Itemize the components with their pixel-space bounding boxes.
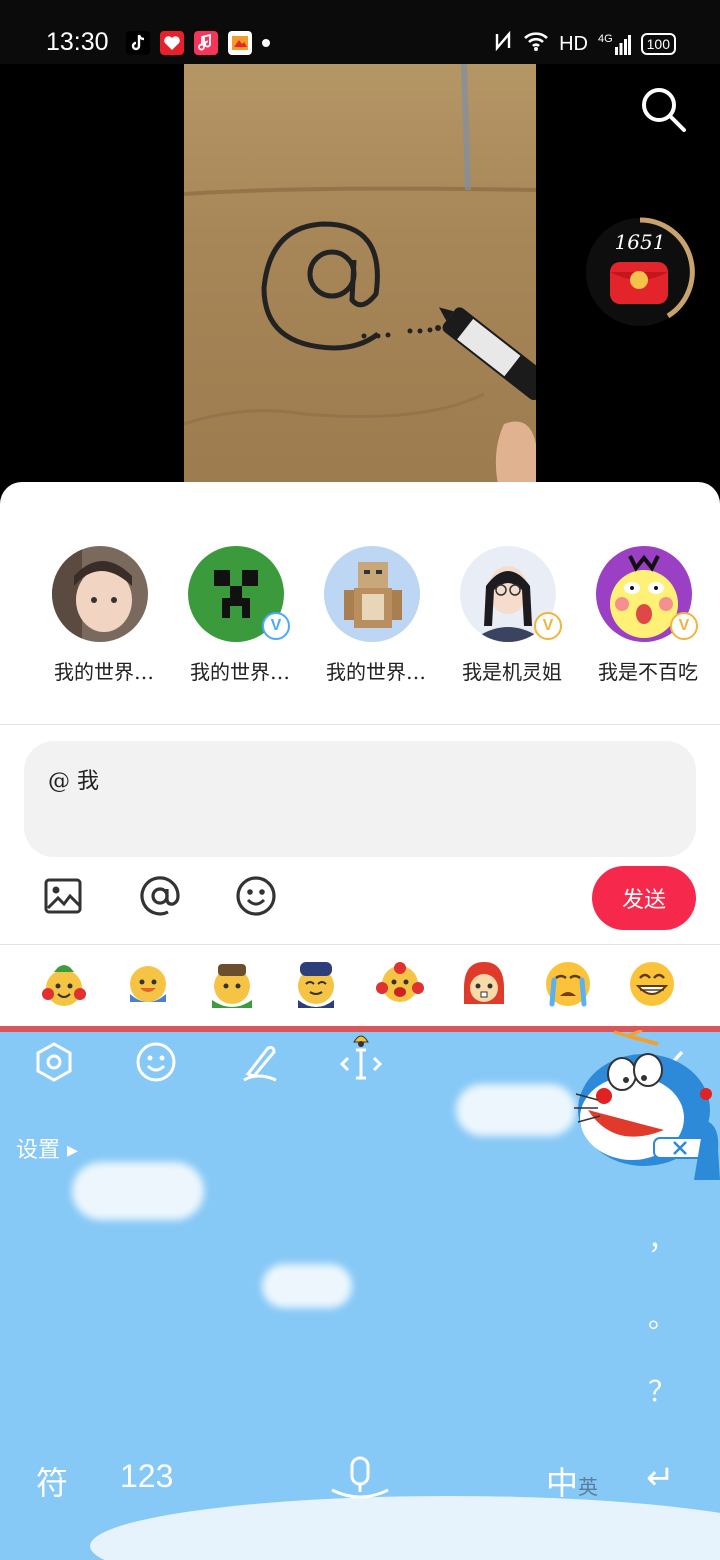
image-icon — [44, 878, 82, 914]
contact-name: 我是机灵姐 — [462, 660, 562, 684]
red-packet-timer[interactable]: 1651 — [584, 216, 696, 328]
divider — [0, 944, 720, 945]
mention-button[interactable] — [138, 874, 182, 918]
wifi-icon — [523, 30, 549, 58]
status-bar: 13:30 HD 4G 100 — [0, 0, 720, 64]
keyboard-settings-button[interactable] — [32, 1040, 76, 1084]
emoji-sticker[interactable] — [122, 958, 174, 1010]
status-app-icons — [126, 31, 270, 55]
comment-toolbar: 发送 — [0, 866, 720, 936]
network-label: HD — [559, 32, 588, 55]
cloud-decoration — [262, 1264, 352, 1308]
keyboard-settings-link[interactable]: 设置 ▸ — [16, 1132, 78, 1164]
cloud-ground-decoration — [90, 1496, 720, 1560]
language-toggle-key[interactable]: 中英 — [546, 1458, 598, 1504]
lang-primary-label: 中 — [546, 1464, 579, 1502]
smiley-icon — [136, 1042, 176, 1082]
period-key[interactable]: 。 — [648, 1296, 676, 1336]
status-right: HD 4G 100 — [493, 30, 676, 58]
ime-keyboard: 设置 ▸ ， 。 ？ 符 123 中英 ↵ — [0, 1026, 720, 1560]
verified-badge-icon: V — [670, 612, 698, 640]
verified-badge-icon: V — [534, 612, 562, 640]
emoji-icon — [236, 876, 276, 916]
cloud-decoration — [456, 1084, 576, 1136]
numbers-key[interactable]: 123 — [120, 1458, 173, 1495]
contact-list: 我的世界… V 我的世界… 我的世界… V 我是机灵姐 V 我是不百吃 — [0, 546, 720, 684]
lang-secondary-label: 英 — [578, 1475, 599, 1499]
at-icon — [140, 876, 180, 916]
comma-key[interactable]: ， — [648, 1218, 676, 1258]
avatar — [52, 546, 148, 642]
search-button[interactable] — [638, 84, 688, 134]
nfc-icon — [493, 30, 513, 58]
enter-key[interactable]: ↵ — [646, 1458, 675, 1498]
music-app-icon — [194, 31, 218, 55]
cursor-icon — [339, 1035, 383, 1080]
symbols-key[interactable]: 符 — [36, 1458, 68, 1504]
video-content-image — [184, 64, 536, 494]
crying-face-icon[interactable] — [542, 958, 594, 1010]
emoji-sticker[interactable] — [374, 958, 426, 1010]
emoji-sticker[interactable] — [458, 958, 510, 1010]
video-app-icon — [228, 31, 252, 55]
timer-count: 1651 — [614, 230, 666, 254]
verified-badge-icon: V — [262, 612, 290, 640]
cursor-move-button[interactable] — [338, 1028, 384, 1084]
contact-name: 我是不百吃 — [598, 660, 698, 684]
voice-input-button[interactable] — [330, 1456, 390, 1508]
question-key[interactable]: ？ — [648, 1370, 676, 1410]
notification-dot — [262, 39, 270, 47]
contact-name: 我的世界… — [54, 660, 154, 684]
handwriting-button[interactable] — [238, 1040, 282, 1084]
image-button[interactable] — [42, 874, 86, 918]
emoji-sticker[interactable] — [38, 958, 90, 1010]
video-player[interactable]: 1651 — [0, 64, 720, 494]
comment-input-text[interactable]: @ 我 — [48, 763, 99, 795]
status-time: 13:30 — [46, 28, 109, 56]
send-button[interactable]: 发送 — [592, 866, 696, 930]
emoji-sticker[interactable] — [206, 958, 258, 1010]
contact-name: 我的世界… — [326, 660, 426, 684]
doraemon-decoration — [574, 1030, 720, 1180]
tiktok-icon — [126, 31, 150, 55]
grinning-face-icon[interactable] — [626, 958, 678, 1010]
search-icon — [642, 88, 686, 132]
emoji-button[interactable] — [234, 874, 278, 918]
pen-icon — [243, 1046, 277, 1082]
signal-icon: 4G — [598, 33, 631, 55]
keyboard-emoji-button[interactable] — [134, 1040, 178, 1084]
video-frame — [184, 64, 536, 494]
mention-sheet: 我的世界… V 我的世界… 我的世界… V 我是机灵姐 V 我是不百吃 @ 我 … — [0, 482, 720, 1028]
quick-emoji-bar — [0, 946, 720, 1028]
heart-app-icon — [160, 31, 184, 55]
emoji-sticker[interactable] — [290, 958, 342, 1010]
contact-name: 我的世界… — [190, 660, 290, 684]
comment-input[interactable]: @ 我 — [24, 741, 696, 857]
hexagon-gear-icon — [36, 1042, 72, 1082]
cloud-decoration — [72, 1162, 204, 1220]
avatar — [324, 546, 420, 642]
divider — [0, 724, 720, 725]
battery-icon: 100 — [640, 33, 676, 55]
microphone-icon — [331, 1456, 389, 1499]
